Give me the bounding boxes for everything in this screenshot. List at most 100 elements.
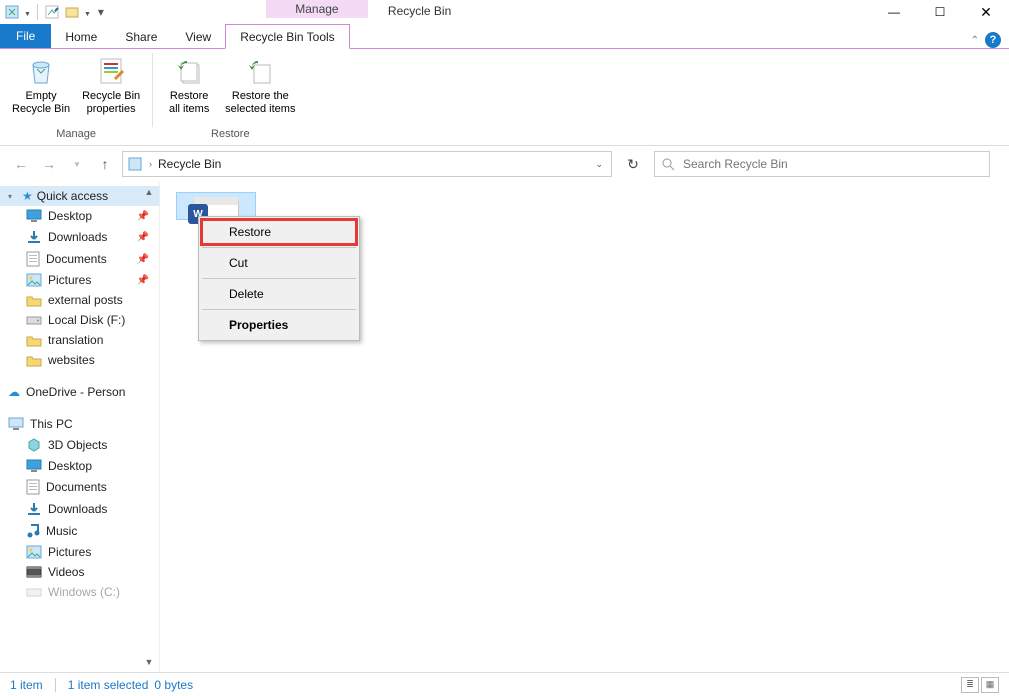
restore-all-items-button[interactable]: Restore all items <box>159 51 219 116</box>
pin-icon: 📌 <box>137 275 155 286</box>
refresh-button[interactable]: ↻ <box>618 151 648 177</box>
help-icon[interactable]: ? <box>985 32 1001 48</box>
sidebar-item-3d-objects[interactable]: 3D Objects <box>0 434 159 456</box>
context-menu-separator <box>202 278 356 279</box>
disk-icon <box>26 586 42 598</box>
status-selected-count: 1 item selected <box>68 678 149 692</box>
sidebar-item-label: Local Disk (F:) <box>48 313 125 327</box>
search-input[interactable] <box>681 156 983 172</box>
tabs-right: ⌃ ? <box>971 32 1009 48</box>
properties-icon[interactable] <box>44 4 60 20</box>
scroll-down-icon[interactable]: ▼ <box>141 654 157 670</box>
pictures-icon <box>26 273 42 287</box>
back-button[interactable]: ← <box>10 153 32 175</box>
status-separator <box>55 678 56 692</box>
sidebar-item-desktop[interactable]: Desktop📌 <box>0 206 159 226</box>
body: ▲ ▾ ★ Quick access Desktop📌Downloads📌Doc… <box>0 182 1009 672</box>
properties-sheet-icon <box>95 55 127 87</box>
sidebar-item-label: Documents <box>46 252 107 266</box>
collapse-ribbon-icon[interactable]: ⌃ <box>971 35 979 46</box>
recycle-bin-properties-button[interactable]: Recycle Bin properties <box>76 51 146 116</box>
qat-overflow[interactable]: ▾ <box>95 5 107 19</box>
sidebar-item-documents[interactable]: Documents📌 <box>0 248 159 270</box>
context-menu-properties[interactable]: Properties <box>201 312 357 338</box>
ribbon-tabs: File Home Share View Recycle Bin Tools ⌃… <box>0 24 1009 49</box>
new-folder-icon[interactable] <box>64 4 80 20</box>
sidebar-item-videos[interactable]: Videos <box>0 562 159 582</box>
address-dropdown-icon[interactable]: ⌄ <box>595 159 607 170</box>
recycle-bin-properties-label: Recycle Bin properties <box>82 90 140 116</box>
scroll-up-icon[interactable]: ▲ <box>141 184 157 200</box>
breadcrumb-chevron-icon[interactable]: › <box>147 159 154 169</box>
star-icon: ★ <box>22 189 33 203</box>
location-icon <box>127 156 143 172</box>
music-icon <box>26 523 40 539</box>
sidebar-this-pc[interactable]: This PC <box>0 414 159 434</box>
minimize-button[interactable]: — <box>871 0 917 24</box>
restore-all-items-label: Restore all items <box>169 90 209 116</box>
empty-recycle-bin-button[interactable]: Empty Recycle Bin <box>6 51 76 116</box>
sidebar-item-pictures[interactable]: Pictures <box>0 542 159 562</box>
sidebar-item-documents[interactable]: Documents <box>0 476 159 498</box>
up-button[interactable]: ↑ <box>94 153 116 175</box>
chevron-down-icon[interactable]: ▾ <box>8 192 18 201</box>
tab-home[interactable]: Home <box>51 25 111 48</box>
status-bar: 1 item 1 item selected 0 bytes ≣ ▦ <box>0 672 1009 696</box>
icons-view-button[interactable]: ▦ <box>981 677 999 693</box>
pc-icon <box>8 417 24 431</box>
ribbon: Empty Recycle Bin Recycle Bin properties… <box>0 49 1009 146</box>
sidebar-item-external-posts[interactable]: external posts <box>0 290 159 310</box>
sidebar-item-downloads[interactable]: Downloads <box>0 498 159 520</box>
sidebar-item-local-disk-f-[interactable]: Local Disk (F:) <box>0 310 159 330</box>
sidebar-onedrive-label: OneDrive - Person <box>26 385 125 399</box>
address-bar[interactable]: › Recycle Bin ⌄ <box>122 151 612 177</box>
sidebar-item-more-label: Windows (C:) <box>48 585 120 599</box>
desktop-icon <box>26 209 42 223</box>
context-menu-delete[interactable]: Delete <box>201 281 357 307</box>
sidebar-item-label: Music <box>46 524 77 538</box>
search-box[interactable] <box>654 151 990 177</box>
tab-recycle-bin-tools[interactable]: Recycle Bin Tools <box>225 24 350 49</box>
sidebar-item-label: websites <box>48 353 95 367</box>
sidebar-item-more[interactable]: Windows (C:) <box>0 582 159 602</box>
sidebar-item-websites[interactable]: websites <box>0 350 159 370</box>
sidebar-item-music[interactable]: Music <box>0 520 159 542</box>
disk-icon <box>26 314 42 326</box>
navigation-pane[interactable]: ▲ ▾ ★ Quick access Desktop📌Downloads📌Doc… <box>0 182 160 672</box>
tab-file[interactable]: File <box>0 24 51 48</box>
folder-icon <box>26 354 42 367</box>
tab-view[interactable]: View <box>171 25 225 48</box>
sidebar-onedrive[interactable]: ☁ OneDrive - Person <box>0 382 159 402</box>
folder-icon <box>26 334 42 347</box>
download-icon <box>26 229 42 245</box>
breadcrumb-location[interactable]: Recycle Bin <box>158 157 221 171</box>
3d-icon <box>26 437 42 453</box>
maximize-button[interactable]: ☐ <box>917 0 963 24</box>
ribbon-group-restore: Restore all items Restore the selected i… <box>153 49 307 145</box>
context-menu-cut[interactable]: Cut <box>201 250 357 276</box>
sidebar-item-pictures[interactable]: Pictures📌 <box>0 270 159 290</box>
download-icon <box>26 501 42 517</box>
titlebar-gap <box>111 0 266 24</box>
restore-selected-items-button[interactable]: Restore the selected items <box>219 51 301 116</box>
sidebar-item-label: external posts <box>48 293 123 307</box>
sidebar-item-label: Videos <box>48 565 84 579</box>
context-menu-separator <box>202 309 356 310</box>
tab-share[interactable]: Share <box>111 25 171 48</box>
sidebar-item-downloads[interactable]: Downloads📌 <box>0 226 159 248</box>
forward-button[interactable]: → <box>38 153 60 175</box>
titlebar: ▼ ▼ ▾ Manage Recycle Bin — ☐ ✕ <box>0 0 1009 24</box>
sidebar-item-label: Documents <box>46 480 107 494</box>
sidebar-item-translation[interactable]: translation <box>0 330 159 350</box>
qat-dropdown-caret-icon[interactable]: ▼ <box>84 7 91 18</box>
details-view-button[interactable]: ≣ <box>961 677 979 693</box>
context-menu: Restore Cut Delete Properties <box>198 216 360 341</box>
empty-recycle-bin-label: Empty Recycle Bin <box>12 90 70 116</box>
history-dropdown[interactable]: ▼ <box>66 153 88 175</box>
sidebar-item-desktop[interactable]: Desktop <box>0 456 159 476</box>
context-menu-restore[interactable]: Restore <box>201 219 357 245</box>
sidebar-quick-access[interactable]: ▾ ★ Quick access <box>0 186 159 206</box>
qat-menu-caret-icon[interactable]: ▼ <box>24 7 31 18</box>
close-button[interactable]: ✕ <box>963 0 1009 24</box>
document-icon <box>26 251 40 267</box>
